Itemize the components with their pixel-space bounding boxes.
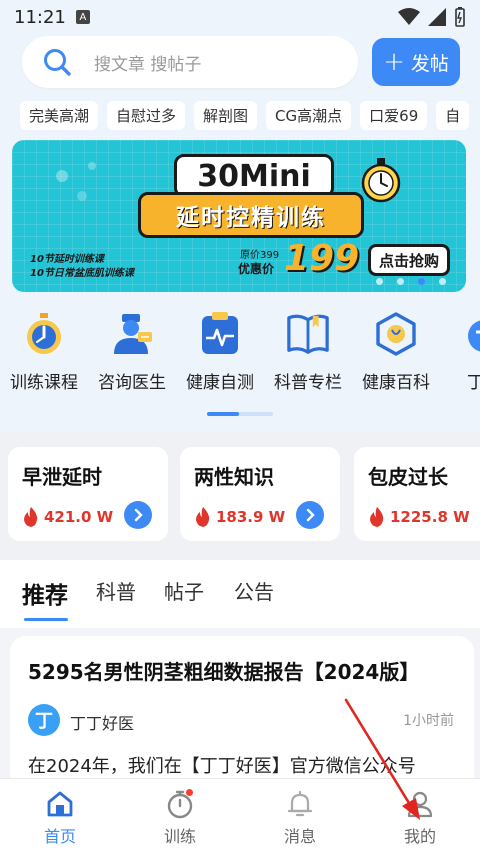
flame-icon [24,507,38,527]
quick-item-label: 健康自测 [186,373,254,393]
banner-original-price: 原价399 [240,250,280,261]
tab-active-indicator [24,618,68,621]
tab-posts[interactable]: 帖子 [164,576,204,605]
status-time: 11:21 [14,6,66,28]
quick-item-label: 咨询医生 [98,373,166,393]
quick-item-label: 科普专栏 [274,373,342,393]
topic-card[interactable]: 早泄延时 421.0 W [8,447,168,541]
banner-deal-label: 优惠价 [238,262,275,276]
nav-label: 训练 [163,827,196,846]
quick-item-label: 健康百科 [362,373,430,393]
nav-label: 首页 [43,827,76,846]
tag-chip[interactable]: 完美高潮 [20,101,99,130]
search-placeholder: 搜文章 搜帖子 [94,54,202,75]
encyclopedia-icon [374,312,418,356]
banner-price: 199 [284,238,360,279]
nav-training[interactable]: 训练 [120,779,240,852]
sim-icon: A [75,10,90,24]
quick-item-label: 训练课程 [10,373,78,393]
wifi-icon [398,8,420,25]
post-button[interactable]: + 发帖 [372,38,460,86]
chevron-right-icon[interactable] [124,501,152,529]
topic-card-title: 包皮过长 [368,465,448,489]
banner-dot [439,278,446,285]
topic-heat-value: 421.0 W [44,508,114,526]
home-icon [47,791,73,817]
topic-heat-value: 1225.8 W [390,508,470,526]
tag-chip[interactable]: 口爱69 [360,101,428,130]
topic-card[interactable]: 包皮过长 1225.8 W [354,447,480,541]
signal-icon [428,8,446,26]
topic-card-title: 早泄延时 [22,465,102,489]
tag-chip[interactable]: 解剖图 [194,101,258,130]
banner-dot-active [418,278,425,285]
search-icon [44,49,71,76]
flame-icon [370,507,384,527]
quick-item-column[interactable]: 科普专栏 [264,312,352,398]
quick-item-dingding[interactable]: 丁丁 [440,312,480,398]
nav-home[interactable]: 首页 [0,779,120,852]
battery-icon [455,7,465,27]
search-input[interactable]: 搜文章 搜帖子 [22,36,358,88]
buy-now-button[interactable]: 点击抢购 [368,244,450,276]
quick-scroll-thumb [207,412,239,416]
stopwatch-icon [22,312,66,356]
topic-heat: 1225.8 W [368,507,470,527]
quick-item-doctor[interactable]: 咨询医生 [88,312,176,398]
topic-heat: 183.9 W [194,507,285,527]
notification-badge [186,789,193,796]
plus-icon: + [383,47,405,77]
banner-title-card: 30Mini 延时控精训练 [134,154,368,250]
tab-notice[interactable]: 公告 [234,576,274,605]
pointer-arrow-icon [344,698,420,820]
tag-chip[interactable]: 自慰过多 [107,101,186,130]
quick-scroll-indicator [207,412,273,416]
dingding-icon [462,312,480,356]
topic-heat-value: 183.9 W [216,508,286,526]
doctor-icon [110,312,154,356]
alarm-clock-icon [361,158,401,203]
avatar[interactable]: 丁 [28,704,60,736]
hot-tags: 完美高潮 自慰过多 解剖图 CG高潮点 口爱69 自 [20,101,480,131]
quick-item-selftest[interactable]: 健康自测 [176,312,264,398]
banner-dot [376,278,383,285]
tag-chip[interactable]: CG高潮点 [266,101,352,130]
topic-heat: 421.0 W [22,507,113,527]
bubble-decoration-icon [56,162,96,201]
status-bar: 11:21 A [0,0,480,34]
topic-card[interactable]: 两性知识 183.9 W [180,447,340,541]
tab-science[interactable]: 科普 [96,576,136,605]
banner-feature-1: 10节延时训练课 [30,254,104,265]
promo-banner[interactable]: 30Mini 延时控精训练 10节延时训练课 10节日常盆底肌训练课 原价399… [12,140,466,292]
article-title: 5295名男性阴茎粗细数据报告【2024版】 [28,660,420,684]
flame-icon [196,507,210,527]
quick-item-training[interactable]: 训练课程 [0,312,88,398]
book-icon [286,312,330,356]
topic-card-title: 两性知识 [194,465,274,489]
nav-label: 我的 [403,827,436,846]
post-button-label: 发帖 [410,52,449,75]
banner-pagination [376,278,446,285]
banner-dot [397,278,404,285]
quick-item-encyclopedia[interactable]: 健康百科 [352,312,440,398]
banner-feature-2: 10节日常盆底肌训练课 [30,268,134,279]
quick-access-row: 训练课程 咨询医生 健康自测 科普专栏 健康百科 丁丁 [0,312,480,398]
chevron-right-icon[interactable] [296,501,324,529]
nav-label: 消息 [283,827,316,846]
article-author[interactable]: 丁丁好医 [70,710,134,734]
banner-subtitle: 延时控精训练 [138,192,364,238]
heart-monitor-icon [198,312,242,356]
bell-icon [287,790,313,817]
tab-recommend[interactable]: 推荐 [22,576,68,610]
quick-item-label: 丁丁 [467,373,480,393]
tag-chip[interactable]: 自 [436,101,470,130]
